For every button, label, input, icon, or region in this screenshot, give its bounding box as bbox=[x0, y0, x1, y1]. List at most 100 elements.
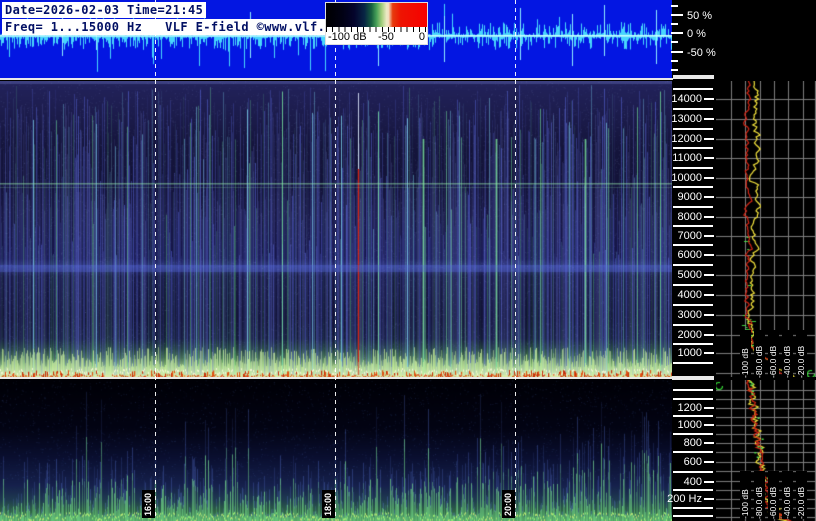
freq-axis-label: 1200 bbox=[677, 402, 702, 414]
freq-axis-major-tick bbox=[704, 98, 714, 100]
freq-axis-minor-tick bbox=[673, 451, 713, 453]
db-axis-label: -80.0 dB bbox=[754, 471, 765, 519]
freq-axis-major-tick bbox=[704, 294, 714, 296]
freq-axis-major-tick bbox=[704, 352, 714, 354]
freq-axis-major-tick bbox=[704, 235, 714, 237]
freq-axis-label: 8000 bbox=[677, 211, 702, 223]
freq-axis-minor-tick bbox=[673, 515, 713, 517]
freq-axis-minor-tick bbox=[673, 88, 713, 90]
freq-axis-label: 9000 bbox=[677, 191, 702, 203]
freq-axis-label: 1000 bbox=[677, 347, 702, 359]
freq-axis-minor-tick bbox=[673, 415, 713, 417]
freq-axis-minor-tick bbox=[673, 398, 713, 400]
low-band-spectrogram-canvas bbox=[0, 380, 672, 521]
freq-axis-minor-tick bbox=[673, 108, 713, 110]
percent-axis-minor-tick bbox=[671, 69, 678, 71]
percent-axis-tick bbox=[671, 32, 683, 34]
freq-axis-major-tick bbox=[704, 118, 714, 120]
freq-axis-major-tick bbox=[704, 481, 714, 483]
freq-axis-major-tick bbox=[704, 314, 714, 316]
db-axis-label: -20.0 dB bbox=[796, 471, 807, 519]
freq-axis-label: 2000 bbox=[677, 329, 702, 341]
percent-axis-minor-tick bbox=[671, 5, 678, 7]
freq-axis-label: 4000 bbox=[677, 289, 702, 301]
freq-axis-major-tick bbox=[704, 424, 714, 426]
freq-axis-label: 1000 bbox=[677, 419, 702, 431]
db-axis-label: -100 dB bbox=[740, 330, 751, 378]
main-spectrogram-canvas bbox=[0, 81, 672, 377]
freq-axis-minor-tick bbox=[673, 186, 713, 188]
freq-axis-label: 7000 bbox=[677, 230, 702, 242]
freq-axis-label: 14000 bbox=[671, 93, 702, 105]
header-freq-source: Freq= 1...15000 Hz VLF E-field ©www.vlf.… bbox=[2, 19, 344, 35]
freq-axis-major-tick bbox=[704, 157, 714, 159]
time-axis-label: 16:00 bbox=[142, 490, 155, 518]
waveform-spectrogram-separator bbox=[0, 78, 673, 80]
freq-axis-minor-tick bbox=[673, 167, 713, 169]
header-info: Date=2026-02-03 Time=21:45 Freq= 1...150… bbox=[2, 2, 344, 36]
freq-axis-minor-tick bbox=[673, 304, 713, 306]
freq-axis-minor-tick bbox=[673, 147, 713, 149]
percent-axis-tick bbox=[671, 14, 683, 16]
freq-axis-minor-tick bbox=[673, 284, 713, 286]
db-axis-label: -100 dB bbox=[740, 471, 751, 519]
right-axis-top-separator bbox=[673, 75, 714, 79]
freq-axis-major-tick bbox=[704, 407, 714, 409]
freq-axis-label: 200 Hz bbox=[667, 493, 702, 505]
colorbar-mid-label: -50 bbox=[378, 31, 394, 43]
freq-axis-major-tick bbox=[704, 216, 714, 218]
freq-axis-label: 11000 bbox=[672, 152, 702, 164]
freq-axis-minor-tick bbox=[673, 324, 713, 326]
colorbar-gradient bbox=[326, 3, 427, 27]
time-axis-label: 20:00 bbox=[502, 490, 515, 518]
freq-axis-label: 5000 bbox=[677, 269, 702, 281]
freq-axis-label: 12000 bbox=[671, 133, 702, 145]
freq-axis-major-tick bbox=[704, 274, 714, 276]
freq-axis-major-tick bbox=[704, 334, 714, 336]
percent-axis-minor-tick bbox=[671, 41, 678, 43]
freq-axis-major-tick bbox=[704, 196, 714, 198]
percent-axis-label: 50 % bbox=[687, 10, 713, 22]
freq-axis-minor-tick bbox=[673, 206, 713, 208]
freq-axis-minor-tick bbox=[673, 433, 713, 435]
freq-axis-minor-tick bbox=[673, 264, 713, 266]
header-date-time: Date=2026-02-03 Time=21:45 bbox=[2, 2, 207, 18]
percent-axis-minor-tick bbox=[671, 60, 678, 62]
colorbar-max-label: 0 bbox=[418, 31, 425, 43]
freq-axis-label: 13000 bbox=[671, 113, 702, 125]
freq-axis-minor-tick bbox=[673, 389, 713, 391]
freq-axis-minor-tick bbox=[673, 225, 713, 227]
freq-axis-major-tick bbox=[704, 498, 714, 500]
freq-axis-label: 600 bbox=[683, 456, 702, 468]
db-axis-label: -40.0 dB bbox=[782, 330, 793, 378]
db-axis-label: -40.0 dB bbox=[782, 471, 793, 519]
time-axis-label: 18:00 bbox=[322, 490, 335, 518]
colorbar-scale: -100 dB -50 0 bbox=[326, 27, 427, 44]
freq-axis-minor-tick bbox=[673, 471, 713, 473]
freq-axis-major-tick bbox=[704, 442, 714, 444]
freq-axis-minor-tick bbox=[673, 507, 713, 509]
percent-axis-minor-tick bbox=[671, 23, 678, 25]
time-gridline bbox=[334, 0, 336, 519]
percent-axis-tick bbox=[671, 51, 683, 53]
freq-axis-label: 3000 bbox=[677, 309, 702, 321]
db-axis-label: -80.0 dB bbox=[754, 330, 765, 378]
freq-axis-major-tick bbox=[704, 461, 714, 463]
freq-axis-major-tick bbox=[704, 254, 714, 256]
freq-axis-minor-tick bbox=[673, 128, 713, 130]
freq-axis-major-tick bbox=[704, 138, 714, 140]
freq-axis-label: 10000 bbox=[671, 172, 702, 184]
db-axis-label: -60.0 dB bbox=[768, 330, 779, 378]
percent-axis-label: -50 % bbox=[687, 47, 716, 59]
time-gridline bbox=[514, 0, 516, 519]
freq-axis-major-tick bbox=[704, 177, 714, 179]
colorbar-min-label: -100 dB bbox=[328, 31, 367, 43]
db-axis-label: -60.0 dB bbox=[768, 471, 779, 519]
freq-axis-label: 800 bbox=[683, 437, 702, 449]
freq-axis-minor-tick bbox=[673, 489, 713, 491]
colorbar-legend: -100 dB -50 0 bbox=[325, 2, 428, 45]
spectrogram-band-separator bbox=[0, 377, 672, 379]
time-gridline bbox=[154, 0, 156, 519]
freq-axis-minor-tick bbox=[673, 343, 713, 345]
vlf-monitor-window: Date=2026-02-03 Time=21:45 Freq= 1...150… bbox=[0, 0, 816, 521]
